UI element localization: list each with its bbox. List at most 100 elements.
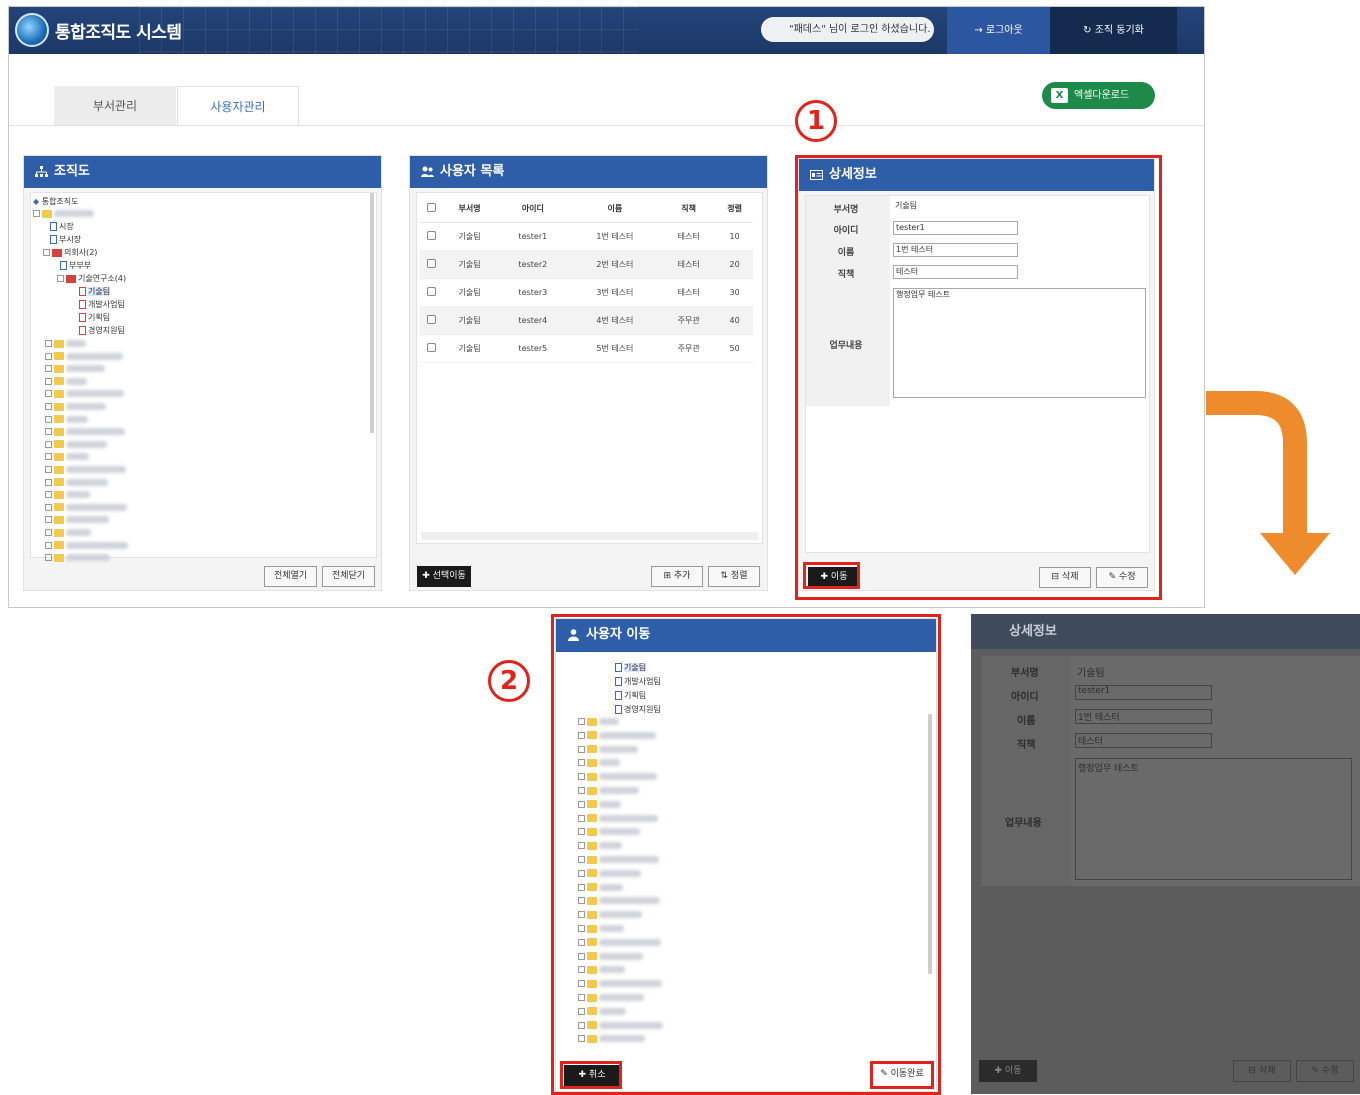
expand-toggle-icon[interactable]	[578, 828, 585, 836]
collapse-all-button[interactable]: 전체닫기	[322, 566, 375, 587]
tree-node-collapsed[interactable]	[45, 388, 124, 400]
sync-button[interactable]: ↻ 조직 동기화	[1050, 7, 1177, 54]
tree-node[interactable]: 부시장	[50, 234, 81, 246]
tree-node-collapsed[interactable]	[578, 730, 656, 742]
tree-node-collapsed[interactable]	[45, 426, 125, 438]
expand-toggle-icon[interactable]	[45, 478, 52, 486]
tree-node-collapsed[interactable]	[45, 552, 110, 564]
row-checkbox[interactable]	[426, 342, 436, 352]
tree-node-collapsed[interactable]	[45, 464, 126, 476]
expand-toggle-icon[interactable]	[45, 529, 52, 536]
tree-node-collapsed[interactable]	[45, 502, 127, 514]
expand-toggle-icon[interactable]	[45, 390, 52, 398]
tree-node-collapsed[interactable]	[578, 951, 643, 963]
expand-toggle-icon[interactable]	[578, 814, 585, 822]
tree-node[interactable]: 개발사업팀	[79, 299, 125, 311]
select-all-checkbox[interactable]	[426, 203, 436, 213]
table-row[interactable]: 기술팀 tester4 4번 테스터 주무관 40	[420, 306, 753, 335]
tree-node-collapsed[interactable]	[578, 813, 658, 825]
tree-node-collapsed[interactable]	[578, 1006, 626, 1018]
row-checkbox[interactable]	[426, 314, 436, 324]
table-row[interactable]: 기술팀 tester3 3번 테스터 테스터 30	[420, 278, 753, 307]
horizontal-scrollbar[interactable]	[421, 532, 758, 540]
expand-toggle-icon[interactable]	[578, 1021, 585, 1029]
tree-node-collapsed[interactable]	[578, 840, 622, 852]
expand-toggle-icon[interactable]	[45, 453, 52, 461]
expand-toggle-icon[interactable]	[578, 800, 585, 808]
tree-root[interactable]: ◆ 통합조직도	[33, 196, 79, 208]
tree-node[interactable]: 의회사(2)	[43, 247, 97, 259]
expand-toggle-icon[interactable]	[45, 377, 52, 385]
tree-node-collapsed[interactable]	[578, 826, 640, 838]
tree-node-collapsed[interactable]	[578, 937, 661, 949]
expand-toggle-icon[interactable]	[578, 938, 585, 946]
expand-toggle-icon[interactable]	[578, 1007, 585, 1015]
tree-node-collapsed[interactable]	[578, 868, 641, 880]
column-header[interactable]: 이름	[568, 196, 662, 223]
expand-toggle-icon[interactable]	[45, 428, 52, 436]
tree-node-collapsed[interactable]	[578, 882, 623, 894]
column-header[interactable]: 아이디	[497, 196, 569, 223]
column-header[interactable]: 부서명	[442, 196, 498, 223]
tree-node-collapsed[interactable]	[45, 401, 106, 413]
tree-node-collapsed[interactable]	[578, 992, 644, 1004]
tree-node-collapsed[interactable]	[45, 540, 128, 552]
tree-node[interactable]: 시장	[50, 221, 74, 233]
expand-toggle-icon[interactable]	[45, 340, 52, 347]
row-checkbox[interactable]	[426, 258, 436, 268]
tree-node-collapsed[interactable]	[45, 489, 90, 501]
expand-toggle-icon[interactable]	[578, 759, 585, 767]
expand-toggle-icon[interactable]	[578, 897, 585, 905]
table-row[interactable]: 기술팀 tester1 1번 테스터 테스터 10	[420, 222, 753, 251]
expand-toggle-icon[interactable]	[45, 365, 52, 373]
tab-dept-management[interactable]: 부서관리	[54, 86, 176, 126]
expand-toggle-icon[interactable]	[578, 869, 585, 877]
table-row[interactable]: 기술팀 tester2 2번 테스터 테스터 20	[420, 250, 753, 279]
tab-user-management[interactable]: 사용자관리	[177, 86, 299, 126]
tree-node-collapsed[interactable]	[578, 771, 657, 783]
expand-toggle-icon[interactable]	[578, 925, 585, 932]
expand-toggle-icon[interactable]	[45, 554, 52, 562]
add-user-button[interactable]: ⊞ 추가	[651, 566, 703, 587]
column-header[interactable]: 정렬	[716, 196, 753, 223]
tree-node-collapsed[interactable]	[578, 757, 620, 769]
tree-node-collapsed[interactable]	[578, 1020, 663, 1032]
table-row[interactable]: 기술팀 tester5 5번 테스터 주무관 50	[420, 334, 753, 363]
tree-node-collapsed[interactable]	[45, 363, 105, 375]
row-checkbox[interactable]	[426, 286, 436, 296]
tree-node[interactable]	[33, 208, 94, 220]
expand-toggle-icon[interactable]	[578, 856, 585, 863]
expand-toggle-icon[interactable]	[578, 1035, 585, 1043]
tree-node-collapsed[interactable]	[578, 785, 639, 797]
tree-node-collapsed[interactable]	[45, 351, 123, 363]
tree-node-collapsed[interactable]	[45, 514, 109, 526]
expand-toggle-icon[interactable]	[578, 773, 585, 781]
expand-toggle-icon[interactable]	[578, 842, 585, 850]
tree-node-collapsed[interactable]	[578, 964, 625, 976]
tree-node-collapsed[interactable]	[578, 978, 662, 990]
expand-toggle-icon[interactable]	[45, 466, 52, 473]
expand-toggle-icon[interactable]	[45, 415, 52, 423]
expand-all-button[interactable]: 전체열기	[264, 566, 317, 587]
tree-node-collapsed[interactable]	[45, 527, 91, 539]
tree-node-collapsed[interactable]	[578, 895, 660, 907]
expand-toggle-icon[interactable]	[578, 787, 585, 794]
tree-node-collapsed[interactable]	[45, 451, 89, 463]
expand-toggle-icon[interactable]	[578, 718, 585, 725]
tree-node-collapsed[interactable]	[578, 909, 642, 921]
column-header[interactable]: 직책	[661, 196, 717, 223]
tree-node-collapsed[interactable]	[578, 923, 624, 935]
expand-toggle-icon[interactable]	[45, 440, 52, 448]
tree-node[interactable]: 부부부	[60, 260, 91, 272]
tree-node-collapsed[interactable]	[45, 414, 88, 426]
expand-toggle-icon[interactable]	[45, 491, 52, 499]
expand-toggle-icon[interactable]	[578, 994, 585, 1001]
expand-toggle-icon[interactable]	[578, 731, 585, 739]
tree-node-collapsed[interactable]	[578, 854, 659, 866]
tree-node[interactable]: 기술연구소(4)	[57, 273, 126, 285]
tree-scrollbar[interactable]	[370, 193, 374, 433]
expand-toggle-icon[interactable]	[578, 980, 585, 988]
tree-node-collapsed[interactable]	[578, 1033, 645, 1045]
tree-node-collapsed[interactable]	[578, 716, 619, 728]
tree-node[interactable]: 경영지원팀	[79, 325, 125, 337]
